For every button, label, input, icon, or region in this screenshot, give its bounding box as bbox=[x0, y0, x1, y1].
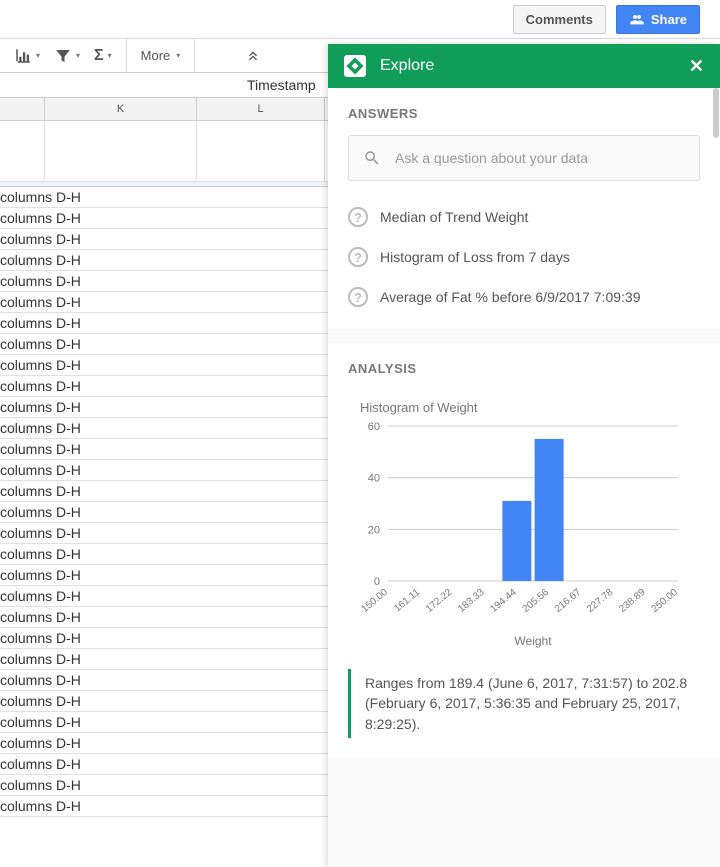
svg-text:238.89: 238.89 bbox=[617, 587, 648, 615]
suggestion-label: Average of Fat % before 6/9/2017 7:09:39 bbox=[380, 289, 640, 305]
explore-scroll-thumb[interactable] bbox=[713, 88, 719, 138]
formula-value: Timestamp bbox=[247, 77, 316, 93]
search-icon bbox=[363, 149, 381, 167]
cell[interactable]: columns D-H bbox=[0, 441, 325, 457]
cell[interactable]: columns D-H bbox=[0, 420, 325, 436]
sigma-icon: Σ bbox=[94, 47, 104, 65]
cell[interactable]: columns D-H bbox=[0, 588, 325, 604]
filter-tool-button[interactable]: ▾ bbox=[54, 45, 80, 67]
cell[interactable]: columns D-H bbox=[0, 651, 325, 667]
cell[interactable]: columns D-H bbox=[0, 777, 325, 793]
suggestion-label: Histogram of Loss from 7 days bbox=[380, 249, 570, 265]
cell[interactable]: columns D-H bbox=[0, 399, 325, 415]
cell[interactable]: columns D-H bbox=[0, 273, 325, 289]
question-icon: ? bbox=[348, 207, 368, 227]
svg-text:172.22: 172.22 bbox=[424, 587, 455, 615]
explore-logo-icon bbox=[344, 55, 366, 77]
comments-button[interactable]: Comments bbox=[513, 5, 606, 34]
suggestion-item[interactable]: ? Median of Trend Weight bbox=[348, 197, 700, 237]
share-button[interactable]: Share bbox=[616, 5, 700, 34]
cell[interactable]: columns D-H bbox=[0, 483, 325, 499]
chart-title: Histogram of Weight bbox=[360, 400, 700, 415]
svg-text:161.11: 161.11 bbox=[392, 587, 422, 615]
more-button[interactable]: More ▾ bbox=[127, 39, 195, 72]
cell[interactable]: columns D-H bbox=[0, 336, 325, 352]
svg-text:227.78: 227.78 bbox=[585, 587, 616, 615]
cell[interactable]: columns D-H bbox=[0, 567, 325, 583]
explore-header: Explore ✕ bbox=[328, 44, 720, 88]
cell[interactable]: columns D-H bbox=[0, 798, 325, 814]
cell[interactable]: columns D-H bbox=[0, 756, 325, 772]
svg-text:150.00: 150.00 bbox=[359, 587, 390, 615]
explore-panel: Explore ✕ ANSWERS ? Median of Trend Weigh… bbox=[328, 44, 720, 867]
svg-text:Weight: Weight bbox=[514, 634, 552, 648]
column-header-l[interactable]: L bbox=[197, 98, 325, 120]
cell[interactable]: columns D-H bbox=[0, 693, 325, 709]
analysis-summary: Ranges from 189.4 (June 6, 2017, 7:31:57… bbox=[348, 669, 700, 738]
search-input[interactable] bbox=[395, 150, 685, 166]
cell[interactable]: columns D-H bbox=[0, 231, 325, 247]
cell[interactable]: columns D-H bbox=[0, 714, 325, 730]
cell[interactable]: columns D-H bbox=[0, 378, 325, 394]
functions-tool-button[interactable]: Σ ▾ bbox=[94, 45, 112, 67]
svg-text:250.00: 250.00 bbox=[649, 587, 680, 615]
cell[interactable]: columns D-H bbox=[0, 294, 325, 310]
explore-search[interactable] bbox=[348, 135, 700, 181]
svg-text:183.33: 183.33 bbox=[456, 587, 487, 615]
question-icon: ? bbox=[348, 287, 368, 307]
collapse-toolbar-button[interactable] bbox=[245, 45, 261, 67]
cell[interactable]: columns D-H bbox=[0, 315, 325, 331]
cell[interactable]: columns D-H bbox=[0, 546, 325, 562]
share-icon bbox=[629, 11, 645, 27]
cell[interactable]: columns D-H bbox=[0, 525, 325, 541]
svg-text:40: 40 bbox=[368, 473, 380, 485]
filter-icon bbox=[54, 47, 72, 65]
explore-scrollbar[interactable] bbox=[712, 88, 720, 867]
chart-tool-button[interactable]: ▾ bbox=[14, 45, 40, 67]
cell[interactable]: columns D-H bbox=[0, 672, 325, 688]
share-label: Share bbox=[651, 12, 687, 27]
chart-icon bbox=[14, 47, 32, 65]
svg-text:194.44: 194.44 bbox=[488, 587, 519, 615]
cell[interactable]: columns D-H bbox=[0, 630, 325, 646]
answers-heading: ANSWERS bbox=[348, 106, 700, 121]
cell[interactable]: columns D-H bbox=[0, 462, 325, 478]
column-header-k[interactable]: K bbox=[45, 98, 197, 120]
suggestion-label: Median of Trend Weight bbox=[380, 209, 528, 225]
chevron-up-double-icon bbox=[245, 48, 261, 64]
cell[interactable]: columns D-H bbox=[0, 735, 325, 751]
explore-title: Explore bbox=[380, 57, 675, 75]
cell[interactable]: columns D-H bbox=[0, 252, 325, 268]
cell[interactable]: columns D-H bbox=[0, 504, 325, 520]
suggestion-item[interactable]: ? Average of Fat % before 6/9/2017 7:09:3… bbox=[348, 277, 700, 317]
more-label: More bbox=[141, 48, 171, 63]
comments-label: Comments bbox=[526, 12, 593, 27]
svg-text:0: 0 bbox=[374, 576, 380, 588]
svg-text:60: 60 bbox=[368, 421, 380, 433]
svg-text:216.67: 216.67 bbox=[553, 587, 584, 615]
chevron-down-icon: ▾ bbox=[108, 51, 112, 60]
suggestion-item[interactable]: ? Histogram of Loss from 7 days bbox=[348, 237, 700, 277]
chevron-down-icon: ▾ bbox=[36, 51, 40, 60]
cell[interactable]: columns D-H bbox=[0, 189, 325, 205]
histogram-chart[interactable]: Histogram of Weight 0204060150.00161.111… bbox=[348, 390, 700, 651]
cell[interactable]: columns D-H bbox=[0, 210, 325, 226]
analysis-heading: ANALYSIS bbox=[348, 361, 700, 376]
cell[interactable]: columns D-H bbox=[0, 609, 325, 625]
chevron-down-icon: ▾ bbox=[176, 51, 180, 60]
chevron-down-icon: ▾ bbox=[76, 51, 80, 60]
column-header-blank[interactable] bbox=[0, 98, 45, 120]
cell[interactable]: columns D-H bbox=[0, 357, 325, 373]
close-icon[interactable]: ✕ bbox=[689, 56, 704, 77]
svg-text:20: 20 bbox=[368, 524, 380, 536]
question-icon: ? bbox=[348, 247, 368, 267]
svg-text:205.56: 205.56 bbox=[521, 587, 552, 615]
